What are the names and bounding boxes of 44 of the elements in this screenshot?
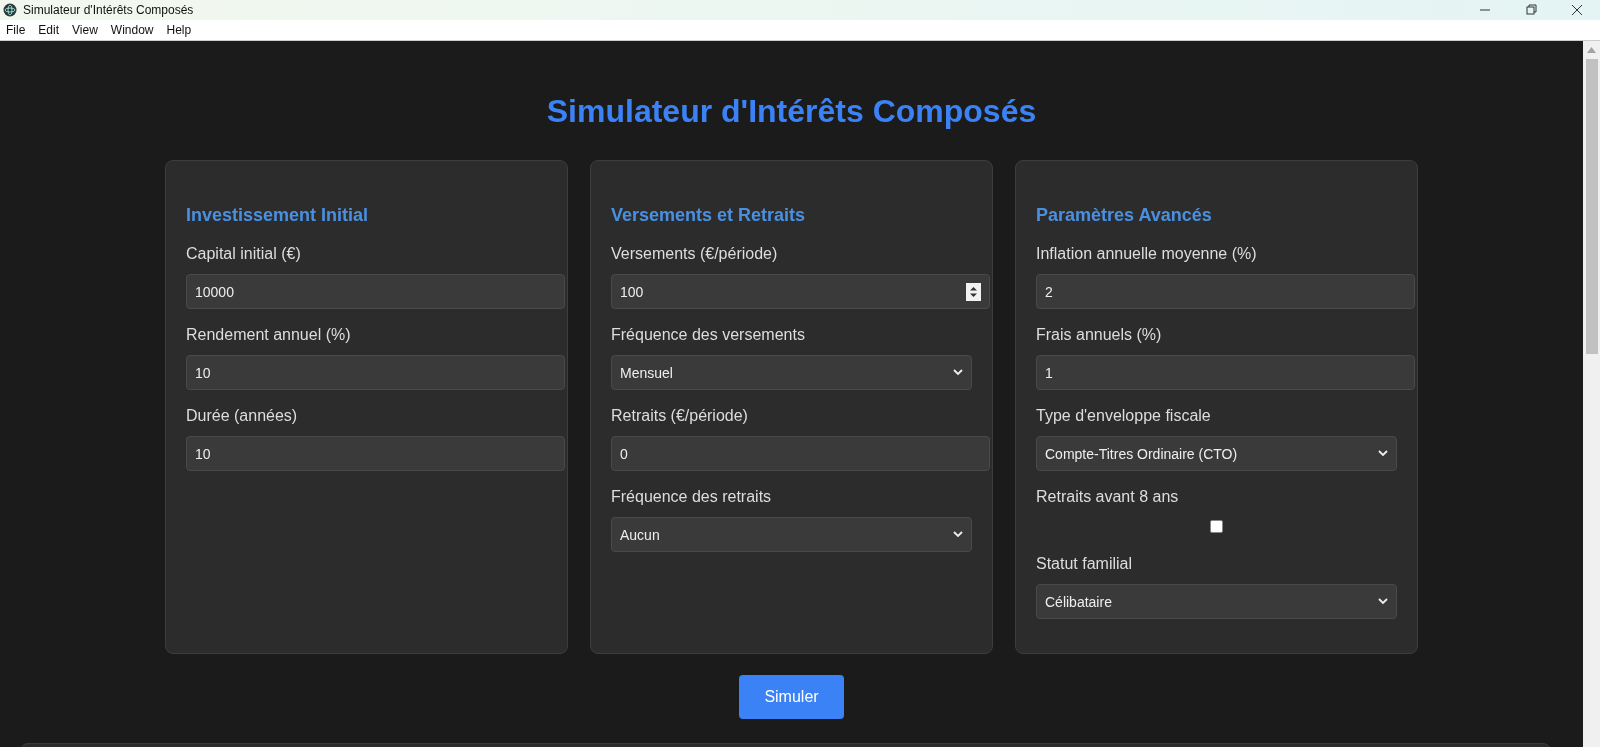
field-label: Rendement annuel (%): [186, 325, 352, 345]
page-title: Simulateur d'Intérêts Composés: [546, 92, 1037, 131]
chevron-down-icon: [953, 369, 963, 376]
number-input[interactable]: 10: [186, 355, 565, 390]
section-title: Versements et Retraits: [611, 204, 807, 226]
field-label: Durée (années): [186, 406, 299, 426]
scroll-up-icon[interactable]: [1587, 47, 1596, 53]
menu-item[interactable]: Edit: [32, 23, 67, 37]
number-input[interactable]: 2: [1036, 274, 1415, 309]
number-input[interactable]: 0: [611, 436, 990, 471]
number-input[interactable]: 1: [1036, 355, 1415, 390]
number-input[interactable]: 100: [611, 274, 990, 309]
field-label: Fréquence des versements: [611, 325, 806, 345]
select-dropdown[interactable]: Mensuel: [611, 355, 972, 390]
field-label: Capital initial (€): [186, 244, 302, 264]
chevron-down-icon: [1378, 450, 1388, 457]
menu-item[interactable]: View: [66, 23, 105, 37]
menu-item[interactable]: File: [0, 23, 33, 37]
number-input[interactable]: 10: [186, 436, 565, 471]
field-label: Statut familial: [1036, 554, 1134, 574]
field-label: Fréquence des retraits: [611, 487, 773, 507]
spinner-icon[interactable]: [966, 282, 981, 301]
section-title: Investissement Initial: [186, 204, 370, 226]
field-label: Versements (€/période): [611, 244, 779, 264]
window-title: Simulateur d'Intérêts Composés: [23, 3, 195, 17]
number-input[interactable]: 10000: [186, 274, 565, 309]
checkbox[interactable]: [1210, 520, 1223, 533]
field-label: Retraits (€/période): [611, 406, 749, 426]
menu-item[interactable]: Window: [104, 23, 161, 37]
select-dropdown[interactable]: Compte-Titres Ordinaire (CTO): [1036, 436, 1397, 471]
app-logo-icon: [3, 3, 17, 17]
field-label: Inflation annuelle moyenne (%): [1036, 244, 1258, 264]
chevron-down-icon: [953, 531, 963, 538]
field-label: Frais annuels (%): [1036, 325, 1163, 345]
chevron-down-icon: [1378, 598, 1388, 605]
field-label: Type d'enveloppe fiscale: [1036, 406, 1212, 426]
select-dropdown[interactable]: Célibataire: [1036, 584, 1397, 619]
menu-item[interactable]: Help: [160, 23, 199, 37]
select-dropdown[interactable]: Aucun: [611, 517, 972, 552]
simulate-button[interactable]: Simuler: [739, 675, 844, 719]
section-title: Paramètres Avancés: [1036, 204, 1213, 226]
field-label: Retraits avant 8 ans: [1036, 487, 1180, 507]
scrollbar-thumb[interactable]: [1585, 59, 1598, 354]
scrollbar[interactable]: [1583, 41, 1600, 747]
